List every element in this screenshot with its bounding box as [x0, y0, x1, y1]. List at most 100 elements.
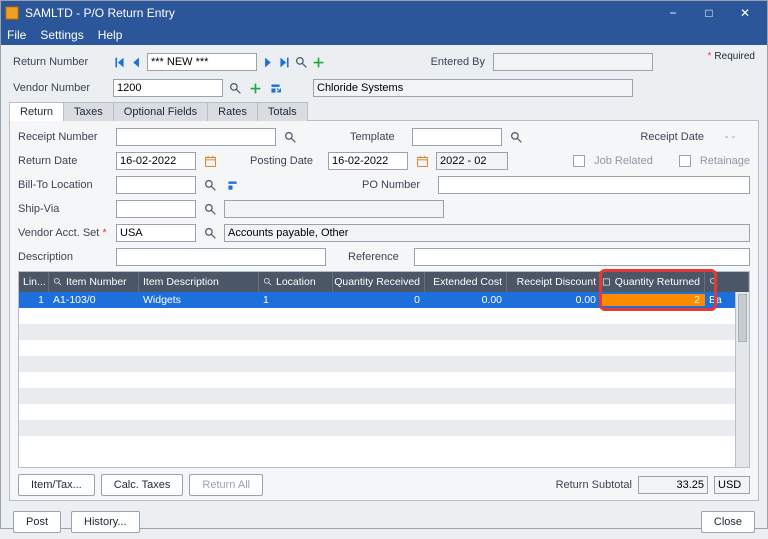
- nav-next-icon[interactable]: [261, 54, 274, 70]
- template-label: Template: [350, 131, 406, 143]
- reference-input[interactable]: [414, 248, 750, 266]
- tab-rates[interactable]: Rates: [207, 102, 258, 121]
- return-date-label: Return Date: [18, 155, 110, 167]
- col-item-number[interactable]: Item Number: [49, 272, 139, 292]
- return-subtotal-value: [638, 476, 708, 494]
- vendor-acct-set-desc: [224, 224, 750, 242]
- menu-settings[interactable]: Settings: [40, 28, 83, 42]
- nav-first-icon[interactable]: [113, 54, 126, 70]
- po-number-input[interactable]: [438, 176, 750, 194]
- billto-finder-icon[interactable]: [202, 177, 218, 193]
- vendor-number-new-icon[interactable]: [247, 80, 263, 96]
- cell-item-number: A1-103/0: [49, 294, 139, 306]
- template-input[interactable]: [412, 128, 502, 146]
- edit-icon: [602, 277, 612, 287]
- vendor-number-finder-icon[interactable]: [227, 80, 243, 96]
- tab-taxes[interactable]: Taxes: [63, 102, 114, 121]
- receipt-number-finder-icon[interactable]: [282, 129, 298, 145]
- window-title: SAMLTD - P/O Return Entry: [25, 6, 655, 20]
- vendor-number-input[interactable]: [113, 79, 223, 97]
- posting-date-calendar-icon[interactable]: [414, 153, 430, 169]
- description-input[interactable]: [116, 248, 326, 266]
- posting-date-input[interactable]: [328, 152, 408, 170]
- header-form: Required Return Number Entered By Vendor…: [1, 45, 767, 101]
- template-finder-icon[interactable]: [508, 129, 524, 145]
- col-qty-received[interactable]: Quantity Received: [333, 272, 425, 292]
- finder-icon: [709, 277, 719, 287]
- retainage-checkbox[interactable]: [679, 155, 691, 167]
- vendor-acct-set-finder-icon[interactable]: [202, 225, 218, 241]
- cell-line: 1: [19, 294, 49, 306]
- entered-by-label: Entered By: [431, 56, 485, 68]
- vendor-acct-set-input[interactable]: [116, 224, 196, 242]
- detail-grid[interactable]: Lin... Item Number Item Description Loca…: [18, 271, 750, 468]
- cell-location: 1: [259, 294, 333, 306]
- cell-receipt-discount: 0.00: [507, 294, 601, 306]
- col-trailing[interactable]: [705, 272, 749, 292]
- shipvia-input[interactable]: [116, 200, 196, 218]
- retainage-label: Retainage: [700, 155, 750, 167]
- vendor-number-label: Vendor Number: [13, 82, 113, 94]
- grid-data-row[interactable]: 1 A1-103/0 Widgets 1 0 0.00 0.00 2 Ea: [19, 292, 749, 308]
- return-all-button[interactable]: Return All: [189, 474, 263, 496]
- app-icon: [5, 6, 19, 20]
- post-button[interactable]: Post: [13, 511, 61, 533]
- cell-item-description: Widgets: [139, 294, 259, 306]
- col-receipt-discount[interactable]: Receipt Discount: [507, 272, 601, 292]
- job-related-checkbox[interactable]: [573, 155, 585, 167]
- calc-taxes-button[interactable]: Calc. Taxes: [101, 474, 184, 496]
- title-bar: SAMLTD - P/O Return Entry − □ ✕: [1, 1, 767, 25]
- receipt-number-label: Receipt Number: [18, 131, 110, 143]
- close-button[interactable]: Close: [701, 511, 755, 533]
- billto-zoom-icon[interactable]: [224, 177, 240, 193]
- vendor-zoom-icon[interactable]: [267, 80, 283, 96]
- menu-help[interactable]: Help: [98, 28, 123, 42]
- return-subtotal-currency: [714, 476, 750, 494]
- receipt-date-value: - -: [710, 131, 750, 143]
- nav-prev-icon[interactable]: [130, 54, 143, 70]
- grid-header-row: Lin... Item Number Item Description Loca…: [19, 272, 749, 292]
- shipvia-label: Ship-Via: [18, 203, 110, 215]
- col-line[interactable]: Lin...: [19, 272, 49, 292]
- posting-date-label: Posting Date: [250, 155, 322, 167]
- po-number-label: PO Number: [362, 179, 432, 191]
- return-number-label: Return Number: [13, 56, 113, 68]
- item-tax-button[interactable]: Item/Tax...: [18, 474, 95, 496]
- finder-icon: [263, 277, 273, 287]
- history-button[interactable]: History...: [71, 511, 140, 533]
- cell-qty-received: 0: [333, 294, 425, 306]
- maximize-button[interactable]: □: [691, 1, 727, 25]
- return-number-finder-icon[interactable]: [295, 54, 308, 70]
- billto-input[interactable]: [116, 176, 196, 194]
- col-item-description[interactable]: Item Description: [139, 272, 259, 292]
- tab-totals[interactable]: Totals: [257, 102, 308, 121]
- fiscal-period-display: [436, 152, 508, 170]
- col-location[interactable]: Location: [259, 272, 333, 292]
- tab-optional-fields[interactable]: Optional Fields: [113, 102, 208, 121]
- vendor-name-display: [313, 79, 633, 97]
- return-date-calendar-icon[interactable]: [202, 153, 218, 169]
- shipvia-finder-icon[interactable]: [202, 201, 218, 217]
- window-close-button[interactable]: ✕: [727, 1, 763, 25]
- required-note: Required: [708, 51, 756, 62]
- nav-last-icon[interactable]: [278, 54, 291, 70]
- minimize-button[interactable]: −: [655, 1, 691, 25]
- cell-qty-returned[interactable]: 2: [601, 294, 705, 306]
- tab-strip: Return Taxes Optional Fields Rates Total…: [9, 101, 759, 121]
- entered-by-input: [493, 53, 653, 71]
- col-qty-returned[interactable]: Quantity Returned: [601, 272, 705, 292]
- return-subtotal-label: Return Subtotal: [556, 479, 632, 491]
- grid-vertical-scrollbar[interactable]: [735, 292, 749, 467]
- return-number-input[interactable]: [147, 53, 257, 71]
- menu-bar: File Settings Help: [1, 25, 767, 45]
- tab-footer: Item/Tax... Calc. Taxes Return All Retur…: [18, 468, 750, 496]
- receipt-date-label: Receipt Date: [640, 131, 704, 143]
- job-related-label: Job Related: [594, 155, 653, 167]
- return-date-input[interactable]: [116, 152, 196, 170]
- receipt-number-input[interactable]: [116, 128, 276, 146]
- description-label: Description: [18, 251, 110, 263]
- finder-icon: [53, 277, 63, 287]
- menu-file[interactable]: File: [7, 28, 26, 42]
- tab-return[interactable]: Return: [9, 102, 64, 121]
- col-extended-cost[interactable]: Extended Cost: [425, 272, 507, 292]
